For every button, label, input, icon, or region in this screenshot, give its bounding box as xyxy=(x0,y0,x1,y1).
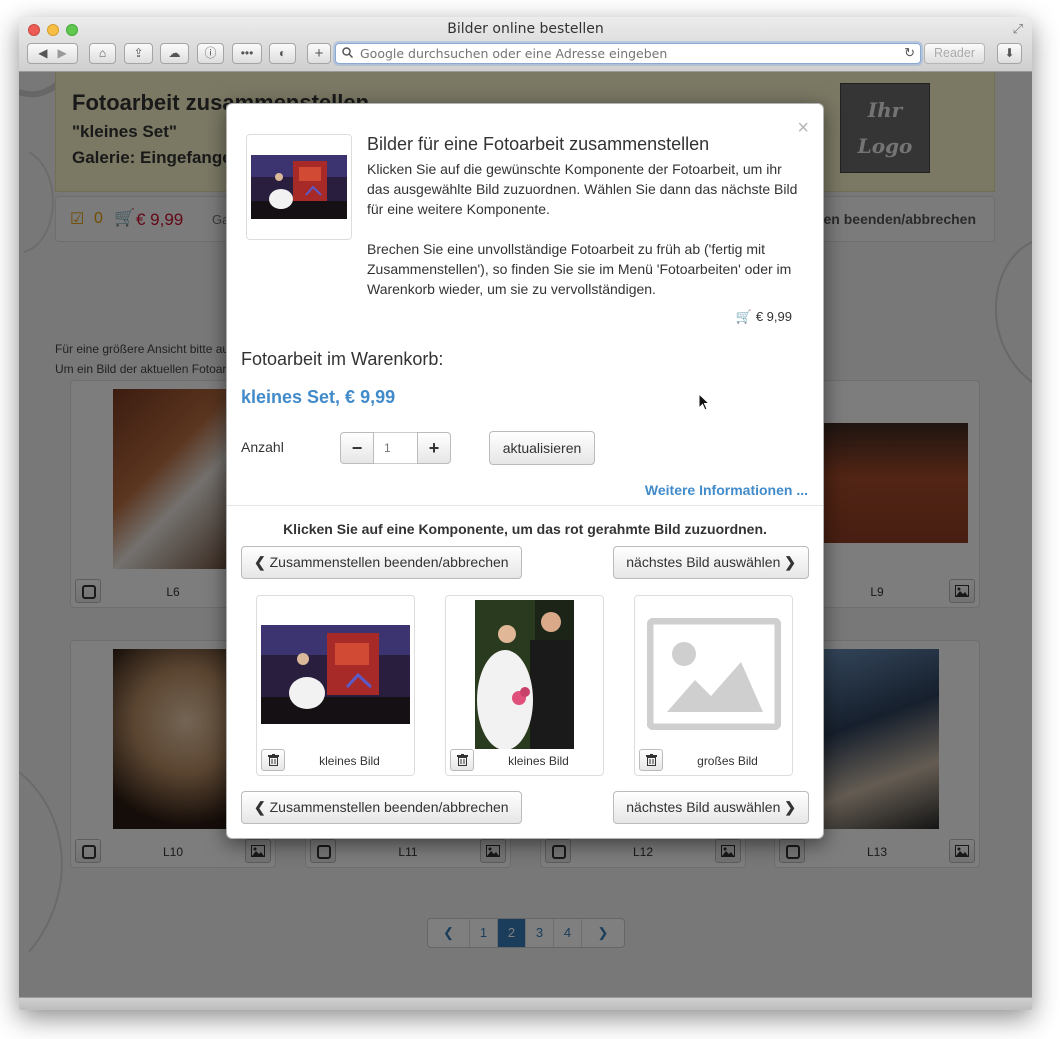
icloud-icon[interactable]: ☁ xyxy=(160,43,189,64)
next-image-button[interactable]: nächstes Bild auswählen ❯ xyxy=(613,546,809,579)
photo xyxy=(475,600,574,749)
chevron-right-icon: ❯ xyxy=(784,799,796,815)
modal-instructions: Klicken Sie auf die gewünschte Komponent… xyxy=(367,159,807,299)
browser-titlebar: Bilder online bestellen ⤢ ◀ ▶ ⌂ ⇪ ☁ ⓘ ••… xyxy=(19,17,1032,72)
end-compose-button-bottom[interactable]: ❮ Zusammenstellen beenden/abbrechen xyxy=(241,791,522,824)
mouse-cursor-icon xyxy=(698,393,710,411)
back-icon[interactable]: ◀ xyxy=(38,46,47,60)
info-icon[interactable]: ⓘ xyxy=(197,43,224,64)
add-tab-icon[interactable]: + xyxy=(307,43,331,64)
end-compose-label: Zusammenstellen beenden/abbrechen xyxy=(269,799,509,815)
more-info-link[interactable]: Weitere Informationen ... xyxy=(645,482,808,498)
address-bar[interactable]: ↻ xyxy=(335,43,921,64)
photo xyxy=(261,625,410,724)
window-title: Bilder online bestellen xyxy=(447,21,604,37)
compose-modal: × Bilder für eine Fotoarbeit zusammenste… xyxy=(226,103,824,839)
quantity-stepper: − + xyxy=(340,432,451,464)
component-label: kleines Bild xyxy=(319,754,380,768)
trash-icon[interactable] xyxy=(450,749,474,771)
forward-icon[interactable]: ▶ xyxy=(58,46,67,60)
browser-window: Bilder online bestellen ⤢ ◀ ▶ ⌂ ⇪ ☁ ⓘ ••… xyxy=(19,17,1032,1010)
back-forward-buttons[interactable]: ◀ ▶ xyxy=(27,43,78,64)
set-name-price[interactable]: kleines Set, € 9,99 xyxy=(241,387,395,408)
chevron-left-icon: ❮ xyxy=(254,799,266,815)
photo xyxy=(251,155,347,219)
update-button[interactable]: aktualisieren xyxy=(489,431,595,465)
quantity-input[interactable] xyxy=(374,432,417,464)
trash-icon[interactable] xyxy=(261,749,285,771)
instruction-paragraph-2: Brechen Sie eine unvollständige Fotoarbe… xyxy=(367,241,792,297)
end-compose-button[interactable]: ❮ Zusammenstellen beenden/abbrechen xyxy=(241,546,522,579)
component-label: kleines Bild xyxy=(508,754,569,768)
image-placeholder-icon xyxy=(647,618,781,730)
reader-button[interactable]: Reader xyxy=(924,43,985,64)
instruction-paragraph-1: Klicken Sie auf die gewünschte Komponent… xyxy=(367,161,798,217)
top-sites-icon[interactable]: ••• xyxy=(232,43,262,64)
fullscreen-icon[interactable]: ⤢ xyxy=(1013,21,1023,37)
trash-icon[interactable] xyxy=(639,749,663,771)
component-instruction: Klicken Sie auf eine Komponente, um das … xyxy=(283,521,767,537)
cart-icon: 🛒 xyxy=(735,309,752,324)
end-compose-label: Zusammenstellen beenden/abbrechen xyxy=(269,554,509,570)
component-slot[interactable]: kleines Bild xyxy=(445,595,604,776)
ghostery-icon[interactable]: ◐ xyxy=(269,43,296,64)
modal-title: Bilder für eine Fotoarbeit zusammenstell… xyxy=(367,134,710,154)
address-input[interactable] xyxy=(358,45,898,62)
divider xyxy=(227,505,823,506)
next-image-label: nächstes Bild auswählen xyxy=(626,554,781,570)
chevron-right-icon: ❯ xyxy=(784,554,796,570)
home-icon[interactable]: ⌂ xyxy=(89,43,116,64)
chevron-left-icon: ❮ xyxy=(254,554,266,570)
reload-icon[interactable]: ↻ xyxy=(904,45,915,61)
next-image-button-bottom[interactable]: nächstes Bild auswählen ❯ xyxy=(613,791,809,824)
share-icon[interactable]: ⇪ xyxy=(124,43,153,64)
increase-quantity-button[interactable]: + xyxy=(417,432,451,464)
close-icon[interactable]: × xyxy=(797,118,809,138)
decrease-quantity-button[interactable]: − xyxy=(340,432,374,464)
component-slot[interactable]: kleines Bild xyxy=(256,595,415,776)
next-image-label: nächstes Bild auswählen xyxy=(626,799,781,815)
modal-cart-price: € 9,99 xyxy=(755,309,792,324)
component-label: großes Bild xyxy=(697,754,758,768)
downloads-icon[interactable]: ⬇ xyxy=(997,43,1022,64)
browser-statusbar xyxy=(19,997,1032,1010)
quantity-label: Anzahl xyxy=(241,439,284,455)
modal-cart-total: 🛒 € 9,99 xyxy=(736,309,792,325)
cart-heading: Fotoarbeit im Warenkorb: xyxy=(241,349,444,369)
component-slot[interactable]: großes Bild xyxy=(634,595,793,776)
search-icon xyxy=(342,47,353,58)
selected-image-thumbnail xyxy=(246,134,352,240)
